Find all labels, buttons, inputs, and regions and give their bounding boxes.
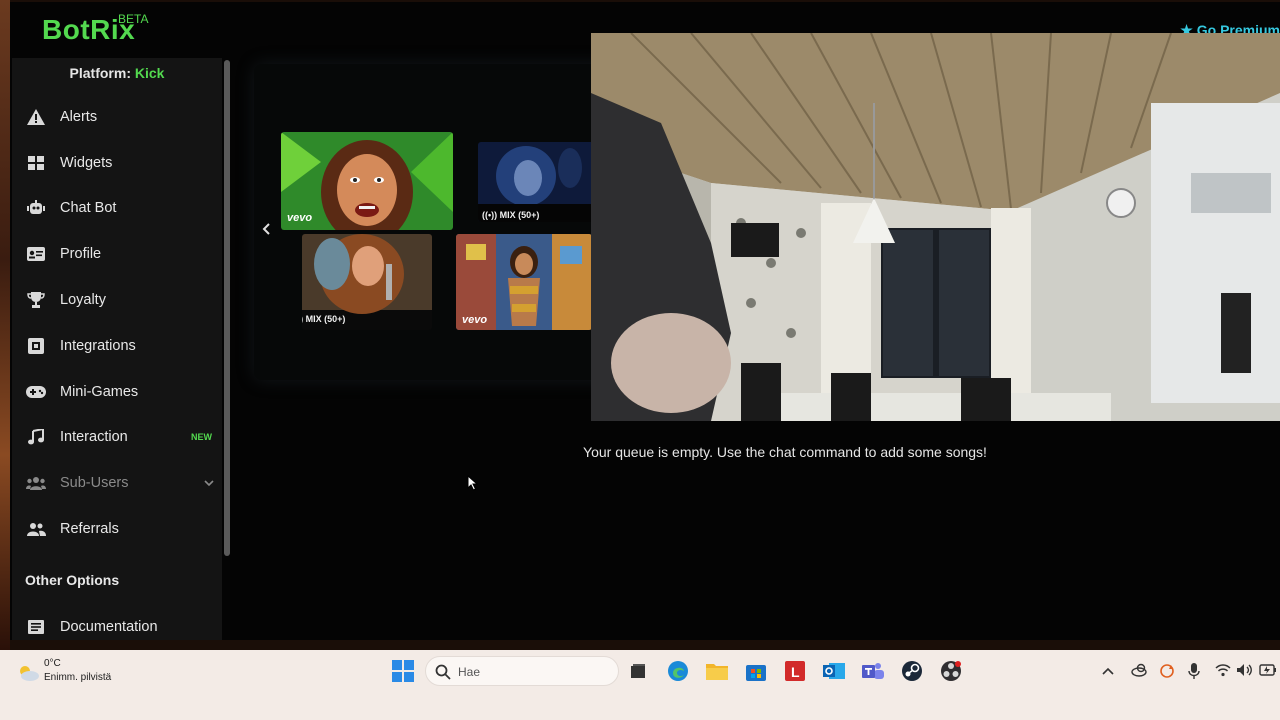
cloud-sun-icon — [20, 666, 39, 681]
sidebar-item-label: Chat Bot — [60, 200, 117, 217]
sidebar-item-label: Integrations — [60, 337, 136, 354]
edge-browser-icon[interactable] — [666, 659, 690, 683]
widgets-grid-icon — [26, 153, 46, 173]
microsoft-store-icon[interactable] — [744, 659, 768, 683]
users-icon — [26, 473, 46, 493]
outlook-icon[interactable] — [822, 659, 846, 683]
search-icon — [435, 664, 451, 680]
sidebar-item-integrations[interactable]: Integrations — [12, 323, 222, 369]
robot-icon — [26, 198, 46, 218]
id-card-icon — [26, 244, 46, 264]
sidebar-item-label: Widgets — [60, 154, 113, 171]
queue-empty-message: Your queue is empty. Use the chat comman… — [583, 444, 987, 460]
vevo-watermark: vevo — [462, 314, 488, 326]
sidebar-item-referrals[interactable]: Referrals — [12, 506, 222, 552]
sidebar-item-chat-bot[interactable]: Chat Bot — [12, 186, 222, 232]
file-explorer-icon[interactable] — [705, 659, 729, 683]
video-thumbnail[interactable]: ((•)) MIX (50+) — [302, 234, 432, 330]
sidebar-item-label: Referrals — [60, 521, 119, 538]
sidebar-item-label: Mini-Games — [60, 383, 139, 400]
document-icon — [26, 617, 46, 637]
webcam-video[interactable] — [591, 33, 1280, 421]
trophy-icon — [26, 290, 46, 310]
sidebar-item-label: Sub-Users — [60, 475, 129, 492]
chevron-up-icon[interactable] — [1102, 663, 1118, 679]
battery-icon[interactable] — [1259, 663, 1276, 679]
platform-value: Kick — [134, 65, 165, 81]
svg-text:L: L — [791, 664, 800, 680]
video-thumbnail[interactable]: vevo — [456, 234, 592, 330]
video-thumbnail[interactable]: ((•)) MIX (50+) — [478, 142, 598, 222]
sidebar-item-sub-users[interactable]: Sub-Users — [12, 460, 222, 506]
chevron-left-icon[interactable] — [261, 222, 275, 240]
user-group-icon — [26, 519, 46, 539]
windows-start-icon[interactable] — [391, 659, 415, 683]
weather-widget[interactable]: 0°C Enimm. pilvistä — [16, 658, 116, 688]
browser-content: BotRix BETA ★ Go Premium Platform: Kick A… — [10, 2, 1280, 640]
warning-icon — [26, 107, 46, 127]
sidebar-item-label: Documentation — [60, 618, 158, 635]
sidebar-item-profile[interactable]: Profile — [12, 231, 222, 277]
taskbar-search-box[interactable]: Hae — [425, 656, 619, 686]
sidebar-item-mini-games[interactable]: Mini-Games — [12, 369, 222, 415]
teams-icon[interactable] — [861, 659, 885, 683]
volume-icon[interactable] — [1237, 663, 1253, 679]
onedrive-icon[interactable] — [1131, 663, 1147, 679]
sidebar: Platform: Kick Alerts Widgets Chat Bot P… — [12, 58, 222, 640]
new-badge: NEW — [191, 432, 212, 443]
gamepad-icon — [26, 382, 46, 402]
platform-label: Platform: — [69, 65, 131, 81]
sidebar-item-label: Profile — [60, 246, 102, 263]
lastpass-icon[interactable]: L — [783, 659, 807, 683]
sidebar-nav: Alerts Widgets Chat Bot Profile Loyalty … — [12, 94, 222, 552]
other-options-heading: Other Options — [25, 572, 120, 588]
microphone-icon[interactable] — [1188, 663, 1204, 679]
wifi-icon[interactable] — [1215, 663, 1231, 679]
vevo-watermark: vevo — [287, 212, 313, 224]
sidebar-item-alerts[interactable]: Alerts — [12, 94, 222, 140]
sidebar-item-interaction[interactable]: Interaction NEW — [12, 415, 222, 461]
sync-icon[interactable] — [1159, 663, 1175, 679]
sidebar-scrollbar[interactable] — [224, 60, 230, 556]
sidebar-item-label: Loyalty — [60, 292, 106, 309]
video-thumbnail[interactable]: vevo — [281, 132, 453, 230]
integrations-icon — [26, 336, 46, 356]
sidebar-item-label: Interaction — [60, 429, 128, 446]
sidebar-item-documentation[interactable]: Documentation — [12, 604, 222, 640]
sidebar-item-label: Alerts — [60, 108, 98, 125]
desktop-wallpaper-edge — [0, 0, 10, 650]
chevron-down-icon[interactable] — [204, 475, 214, 491]
beta-badge: BETA — [118, 12, 149, 26]
mix-label: ((•)) MIX (50+) — [482, 210, 540, 220]
weather-temperature: 0°C — [44, 658, 61, 669]
search-placeholder: Hae — [458, 665, 481, 679]
obs-studio-icon[interactable] — [939, 659, 963, 683]
sidebar-item-loyalty[interactable]: Loyalty — [12, 277, 222, 323]
weather-description: Enimm. pilvistä — [44, 672, 112, 683]
music-note-icon — [26, 427, 46, 447]
mix-label: ((•)) MIX (50+) — [302, 314, 346, 324]
mouse-cursor-icon — [467, 474, 479, 496]
platform-indicator: Platform: Kick — [12, 58, 222, 88]
sidebar-item-widgets[interactable]: Widgets — [12, 140, 222, 186]
steam-icon[interactable] — [900, 659, 924, 683]
task-view-icon[interactable] — [626, 659, 650, 683]
